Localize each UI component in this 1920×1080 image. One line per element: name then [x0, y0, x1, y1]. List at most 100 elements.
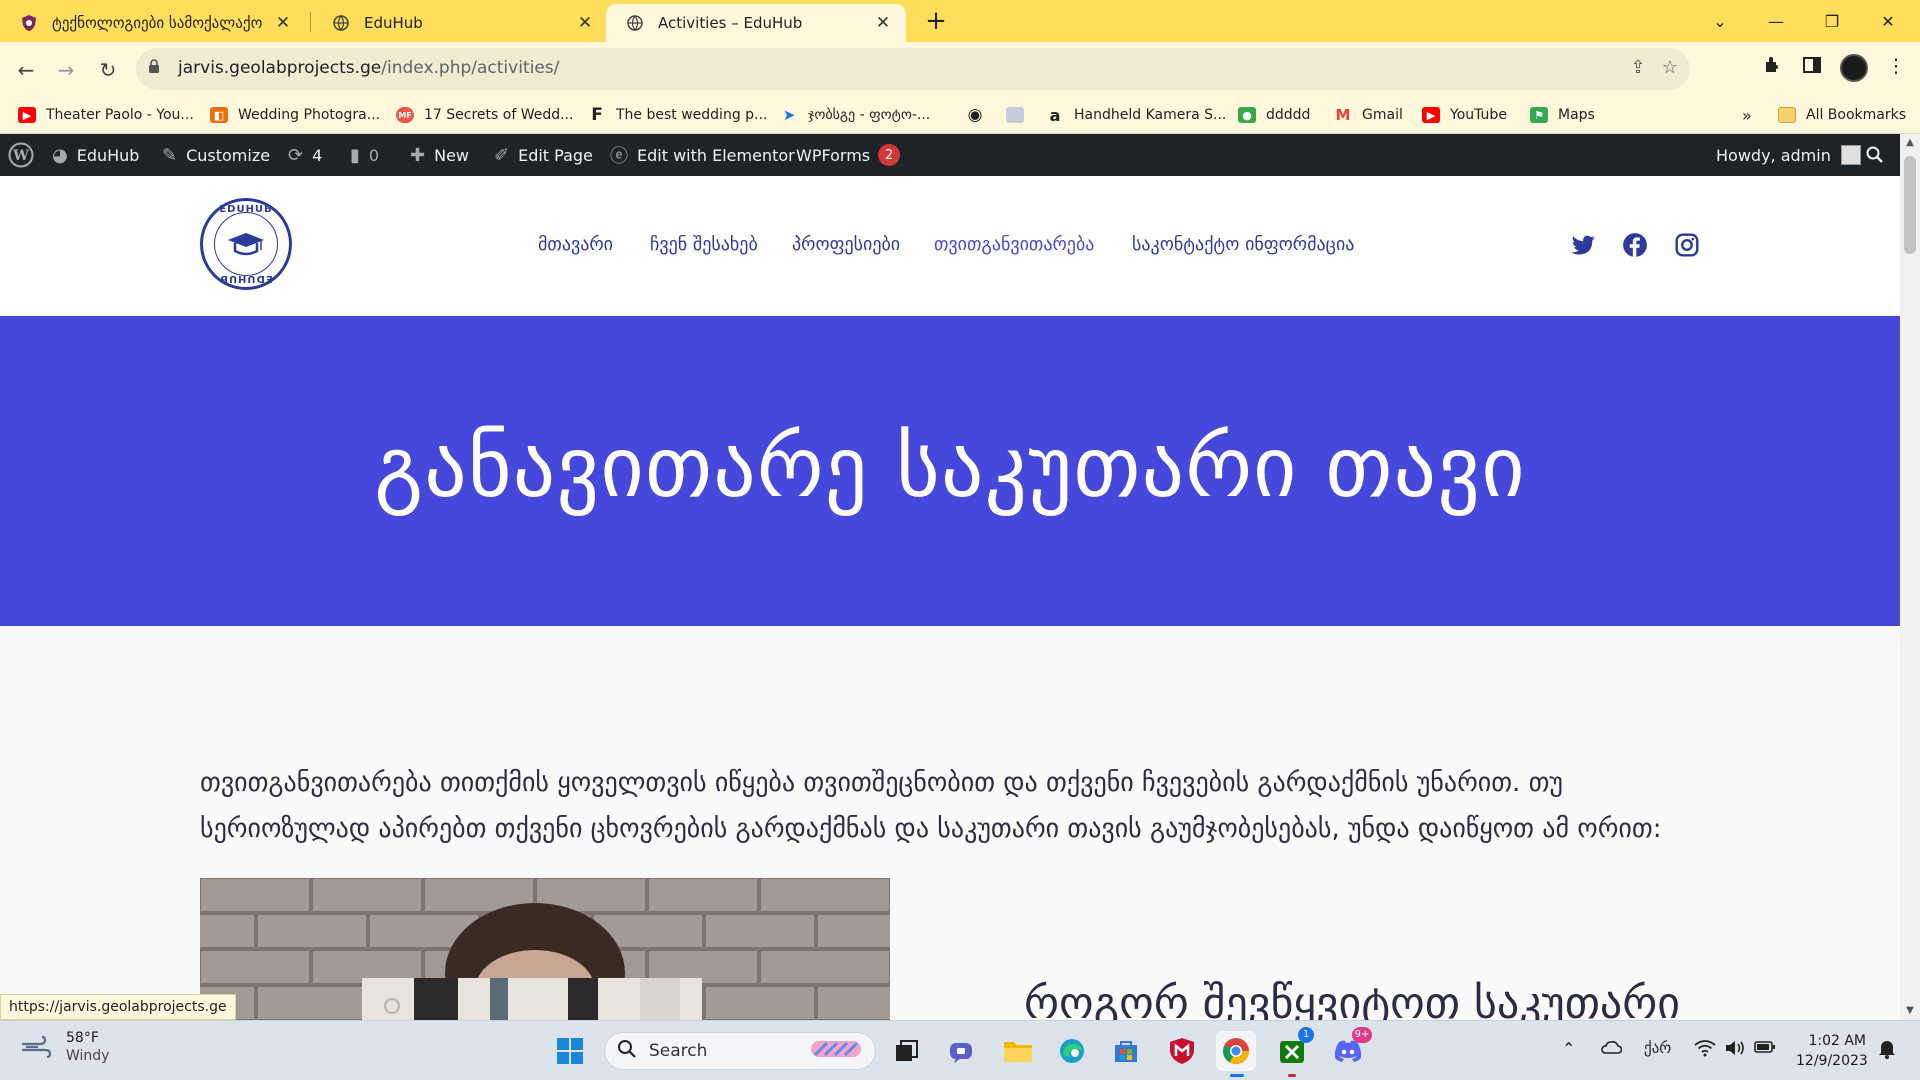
scroll-up-icon[interactable]: ▲: [1900, 134, 1920, 152]
taskbar-search[interactable]: Search: [604, 1032, 876, 1070]
menu-kebab-icon[interactable]: ⋮: [1882, 55, 1910, 83]
plus-icon: ✚: [410, 144, 426, 166]
side-panel-icon[interactable]: [1798, 55, 1826, 83]
account-menu[interactable]: Howdy, admin: [1716, 134, 1861, 176]
edge-browser-icon[interactable]: [1052, 1031, 1092, 1071]
bookmark-item[interactable]: M Gmail: [1334, 104, 1403, 126]
edit-page-link[interactable]: ✐ Edit Page: [494, 134, 593, 176]
tab-technologies[interactable]: ტექნოლოგიები სამოქალაქო ✕: [0, 4, 306, 42]
bookmark-item[interactable]: [1006, 104, 1034, 126]
minimize-icon[interactable]: —: [1756, 6, 1796, 36]
elementor-link[interactable]: ⓔ Edit with Elementor: [610, 134, 795, 176]
elementor-label: Edit with Elementor: [637, 145, 795, 165]
bookmark-label: 17 Secrets of Wedd...: [424, 107, 574, 123]
globe-icon: [332, 14, 350, 32]
bookmark-item[interactable]: ◉: [966, 104, 994, 126]
share-icon[interactable]: ⇪: [1626, 57, 1650, 81]
scroll-down-icon[interactable]: ▼: [1900, 1002, 1920, 1020]
howdy-label: Howdy, admin: [1716, 145, 1831, 165]
plane-icon: ➤: [782, 106, 796, 124]
tab-activities[interactable]: Activities – EduHub ✕: [606, 4, 906, 42]
tab-title: EduHub: [364, 14, 423, 32]
bookmark-item[interactable]: MF 17 Secrets of Wedd...: [396, 104, 573, 126]
updates-icon: ⟳: [288, 144, 304, 166]
search-icon[interactable]: [1866, 134, 1884, 176]
file-explorer-icon[interactable]: [998, 1031, 1038, 1071]
pencil-icon: ✐: [494, 144, 510, 166]
battery-icon[interactable]: [1754, 1039, 1776, 1058]
eduhub-logo[interactable]: EDUHUB EDUHUB: [200, 198, 292, 290]
comments-link[interactable]: ▮ 0: [350, 134, 379, 176]
onedrive-icon[interactable]: [1600, 1039, 1623, 1059]
bookmark-item[interactable]: a Handheld Kamera S...: [1046, 104, 1227, 126]
tab-divider: [310, 12, 311, 32]
start-button[interactable]: [550, 1031, 590, 1071]
tab-title: ტექნოლოგიები სამოქალაქო: [52, 14, 263, 32]
bookmark-item[interactable]: F The best wedding p...: [588, 104, 767, 126]
bookmark-item[interactable]: ◧ Wedding Photogra...: [210, 104, 380, 126]
bookmark-label: Gmail: [1362, 107, 1403, 123]
mcafee-icon[interactable]: [1162, 1031, 1202, 1071]
task-view-icon[interactable]: [886, 1031, 926, 1071]
weather-widget[interactable]: 58°F Windy: [20, 1029, 109, 1065]
tray-overflow-icon[interactable]: ⌃: [1562, 1039, 1575, 1058]
tab-eduhub[interactable]: EduHub ✕: [312, 4, 608, 42]
microsoft-store-icon[interactable]: [1106, 1031, 1146, 1071]
xbox-icon[interactable]: 1: [1272, 1027, 1314, 1077]
nav-professions[interactable]: პროფესიები: [792, 234, 900, 255]
bookmark-item[interactable]: ● ddddd: [1238, 104, 1310, 126]
scroll-thumb[interactable]: [1904, 156, 1916, 254]
browser-toolbar: ← → ↻ jarvis.geolabprojects.ge/index.php…: [0, 42, 1920, 97]
back-icon[interactable]: ←: [10, 54, 42, 86]
wpforms-label: WPForms: [796, 145, 871, 165]
all-bookmarks-button[interactable]: All Bookmarks: [1778, 104, 1906, 126]
search-icon: [617, 1039, 637, 1064]
wifi-icon[interactable]: [1694, 1039, 1716, 1061]
nav-contact[interactable]: საკონტაქტო ინფორმაცია: [1132, 234, 1354, 255]
amazon-icon: a: [1049, 105, 1061, 125]
page-scrollbar[interactable]: ▲ ▼: [1900, 134, 1920, 1020]
language-indicator[interactable]: ქარ: [1644, 1039, 1671, 1057]
nav-about[interactable]: ჩვენ შესახებ: [650, 234, 758, 255]
bookmark-item[interactable]: ⚑ Maps: [1530, 104, 1595, 126]
tab-search-icon[interactable]: ⌄: [1700, 6, 1740, 36]
nav-self-development[interactable]: თვითგანვითარება: [934, 234, 1094, 255]
discord-icon[interactable]: 9+: [1328, 1027, 1372, 1071]
close-tab-icon[interactable]: ✕: [574, 12, 596, 34]
reload-icon[interactable]: ↻: [92, 54, 124, 86]
wordpress-logo-icon[interactable]: W: [8, 134, 34, 176]
notification-bell-icon[interactable]: [1878, 1039, 1896, 1063]
customize-link[interactable]: ✎ Customize: [162, 134, 270, 176]
profile-avatar[interactable]: [1840, 54, 1868, 82]
nav-home[interactable]: მთავარი: [538, 234, 613, 255]
updates-link[interactable]: ⟳ 4: [288, 134, 322, 176]
close-window-icon[interactable]: ✕: [1868, 6, 1908, 36]
extensions-icon[interactable]: [1758, 55, 1786, 83]
new-tab-button[interactable]: +: [922, 8, 950, 36]
site-name-link[interactable]: ◕ EduHub: [52, 134, 139, 176]
bookmarks-overflow-button[interactable]: »: [1742, 104, 1752, 126]
bookmark-label: YouTube: [1450, 107, 1507, 123]
address-bar[interactable]: jarvis.geolabprojects.ge/index.php/activ…: [136, 48, 1690, 90]
clock-time: 1:02 AM: [1808, 1033, 1866, 1049]
bookmark-item[interactable]: ▶ Theater Paolo - You...: [18, 104, 194, 126]
bookmark-label: Maps: [1558, 107, 1595, 123]
close-tab-icon[interactable]: ✕: [272, 12, 294, 34]
windows-taskbar: 58°F Windy Search 1 9+ ⌃ ქარ 1:02 AM 12/…: [0, 1020, 1920, 1080]
system-clock[interactable]: 1:02 AM 12/9/2023: [1796, 1031, 1868, 1071]
discord-badge: 9+: [1352, 1027, 1372, 1043]
bookmark-star-icon[interactable]: ☆: [1658, 57, 1682, 81]
forward-icon[interactable]: →: [50, 54, 82, 86]
teams-chat-icon[interactable]: [942, 1031, 982, 1071]
wpforms-link[interactable]: WPForms 2: [796, 134, 901, 176]
bookmark-item[interactable]: ➤ ჯობსგე - ფოტო-...: [780, 104, 931, 126]
instagram-icon[interactable]: [1674, 232, 1700, 258]
facebook-icon[interactable]: [1622, 232, 1648, 258]
twitter-icon[interactable]: [1570, 232, 1596, 258]
restore-icon[interactable]: ❐: [1812, 6, 1852, 36]
bookmark-item[interactable]: ▶ YouTube: [1422, 104, 1507, 126]
new-content-link[interactable]: ✚ New: [410, 134, 469, 176]
chrome-icon[interactable]: [1216, 1031, 1256, 1077]
volume-icon[interactable]: [1724, 1039, 1746, 1061]
close-tab-icon[interactable]: ✕: [872, 12, 894, 34]
